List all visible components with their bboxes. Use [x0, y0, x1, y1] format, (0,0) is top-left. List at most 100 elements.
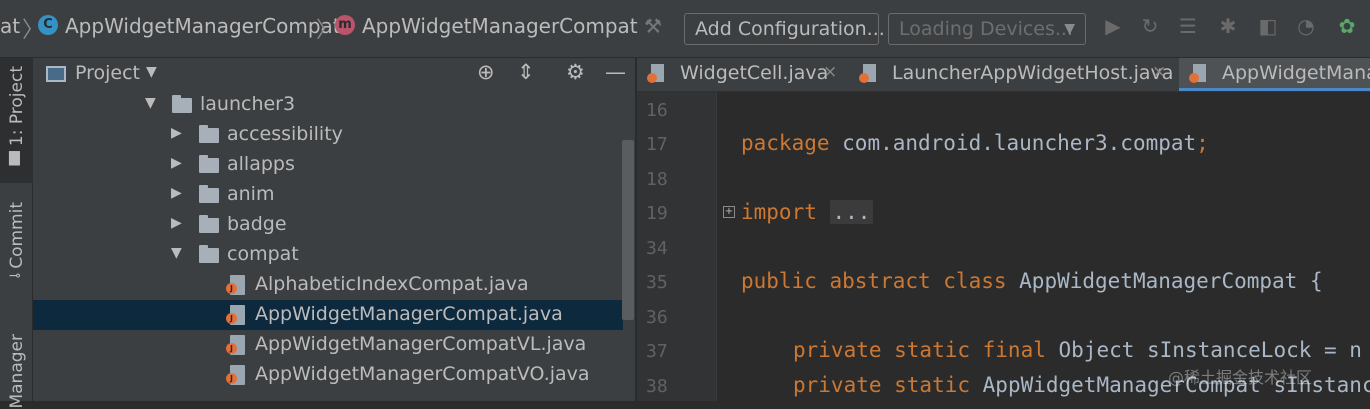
collapse-arrow-icon[interactable]: ▶	[171, 215, 182, 231]
folder-icon	[199, 215, 219, 233]
expand-arrow-icon[interactable]: ▼	[171, 245, 182, 261]
tree-node[interactable]: ▶ badge	[33, 210, 623, 240]
tab-manager-label: Manager	[7, 334, 27, 409]
project-panel-title[interactable]: Project	[75, 62, 140, 84]
tree-file[interactable]: AppWidgetManagerCompatVL.java	[33, 330, 623, 360]
line-number: 17	[646, 134, 668, 155]
tree-node[interactable]: ▼ compat	[33, 240, 623, 270]
line-number: 19	[646, 203, 668, 224]
code-keyword: private static	[793, 373, 971, 397]
close-icon[interactable]: ×	[1152, 62, 1166, 82]
build-hammer-icon[interactable]: ⚒	[644, 14, 662, 38]
code-keyword: import	[741, 200, 817, 224]
breadcrumb-fragment[interactable]: at	[0, 14, 20, 38]
java-file-icon	[859, 64, 876, 83]
tree-node[interactable]: ▼ launcher3	[33, 90, 623, 120]
tab-label: AppWidgetManagerCompat.java	[1222, 62, 1370, 84]
editor-tab-bar: WidgetCell.java × LauncherAppWidgetHost.…	[637, 58, 1370, 92]
expand-arrow-icon[interactable]: ▼	[145, 95, 156, 111]
tree-node[interactable]: ▶ allapps	[33, 150, 623, 180]
fold-expand-icon[interactable]: +	[723, 206, 735, 218]
device-selector[interactable]: Loading Devices... ▼	[888, 13, 1086, 45]
java-file-icon	[1189, 64, 1206, 83]
java-file-icon	[226, 365, 245, 385]
folder-icon	[199, 125, 219, 143]
locate-icon[interactable]: ⊕	[477, 60, 495, 84]
watermark: @稀土掘金技术社区	[1168, 368, 1313, 387]
method-icon: m	[335, 15, 355, 35]
line-number: 16	[646, 100, 668, 121]
attach-debugger-icon[interactable]: ◧	[1255, 14, 1281, 38]
code-line-field-lock[interactable]: private static final Object sInstanceLoc…	[793, 338, 1362, 362]
folder-icon	[199, 155, 219, 173]
collapse-arrow-icon[interactable]: ▶	[171, 155, 182, 171]
code-line-package[interactable]: package com.android.launcher3.compat;	[741, 131, 1209, 155]
folder-icon	[199, 245, 219, 263]
folder-icon	[172, 95, 192, 113]
tree-file[interactable]: AppWidgetManagerCompatVO.java	[33, 360, 623, 390]
add-configuration-button[interactable]: Add Configuration...	[684, 13, 885, 45]
close-icon[interactable]: ×	[823, 62, 837, 82]
tab-widgetcell[interactable]: WidgetCell.java ×	[637, 58, 849, 91]
breadcrumb-class[interactable]: AppWidgetManagerCompat	[65, 14, 341, 38]
code-keyword: package	[741, 131, 830, 155]
line-number: 37	[646, 341, 668, 362]
tab-label: LauncherAppWidgetHost.java	[892, 62, 1174, 84]
project-panel: Project ▼ ⊕ ⇕ ⚙ — ▼ launcher3 ▶ accessib…	[33, 58, 636, 401]
tab-project-label: 1: Project	[7, 66, 27, 147]
java-file-icon	[226, 275, 245, 295]
coverage-icon[interactable]: ☰	[1175, 14, 1201, 38]
code-text: com.android.launcher3.compat	[829, 131, 1197, 155]
tab-commit[interactable]: Commit ⊸	[0, 198, 33, 288]
tool-window-stripe: 1: Project ▇ Commit ⊸ Manager	[0, 58, 33, 409]
code-keyword: public abstract class	[741, 269, 1007, 293]
code-keyword: private static final	[793, 338, 1046, 362]
project-scrollbar[interactable]	[622, 140, 634, 320]
tab-launcherappwidgethost[interactable]: LauncherAppWidgetHost.java ×	[849, 58, 1179, 91]
tree-file[interactable]: AlphabeticIndexCompat.java	[33, 270, 623, 300]
tree-file-label: AppWidgetManagerCompat.java	[255, 303, 563, 325]
run-icon[interactable]: ▶	[1100, 14, 1126, 38]
profiler-icon[interactable]: ◔	[1293, 14, 1319, 38]
tree-node[interactable]: ▶ anim	[33, 180, 623, 210]
tree-node[interactable]: ▶ accessibility	[33, 120, 623, 150]
tab-manager[interactable]: Manager	[0, 330, 33, 409]
line-number: 35	[646, 272, 668, 293]
line-number: 18	[646, 169, 668, 190]
debug-icon[interactable]: ✱	[1215, 14, 1241, 38]
java-file-icon	[226, 335, 245, 355]
code-line-import[interactable]: import ...	[741, 200, 874, 224]
tree-file-label: AlphabeticIndexCompat.java	[255, 273, 529, 295]
navigation-bar: at 〉 C AppWidgetManagerCompat 〉 m AppWid…	[0, 0, 1370, 58]
java-file-icon	[647, 64, 664, 83]
tree-file-label: AppWidgetManagerCompatVL.java	[255, 333, 587, 355]
commit-icon: ⊸	[9, 268, 21, 284]
code-line-class[interactable]: public abstract class AppWidgetManagerCo…	[741, 269, 1323, 293]
tab-appwidgetmanagercompat[interactable]: AppWidgetManagerCompat.java	[1179, 58, 1370, 91]
apply-changes-icon[interactable]: ↻	[1137, 14, 1163, 38]
class-icon: C	[38, 15, 58, 35]
folded-imports[interactable]: ...	[829, 200, 874, 224]
code-text: Object sInstanceLock = n	[1045, 338, 1362, 362]
tree-file-selected[interactable]: AppWidgetManagerCompat.java	[33, 300, 623, 330]
breadcrumb-method[interactable]: AppWidgetManagerCompat	[362, 14, 638, 38]
collapse-all-icon[interactable]: ⇕	[517, 60, 535, 84]
tree-node-label: badge	[227, 213, 287, 235]
device-selector-label: Loading Devices...	[899, 18, 1073, 40]
tree-file-label: AppWidgetManagerCompatVO.java	[255, 363, 590, 385]
tab-label: WidgetCell.java	[680, 62, 829, 84]
tab-project[interactable]: 1: Project ▇	[0, 58, 33, 183]
gear-icon[interactable]: ⚙	[566, 60, 585, 84]
android-sync-icon[interactable]: ✿	[1334, 14, 1360, 38]
line-number: 36	[646, 307, 668, 328]
collapse-arrow-icon[interactable]: ▶	[171, 185, 182, 201]
hide-icon[interactable]: —	[605, 60, 626, 84]
code-text: AppWidgetManagerCompat {	[1006, 269, 1323, 293]
folder-icon: ▇	[9, 150, 20, 166]
chevron-down-icon[interactable]: ▼	[146, 64, 157, 80]
tree-node-label: accessibility	[227, 123, 343, 145]
java-file-icon	[226, 305, 245, 325]
folder-icon	[199, 185, 219, 203]
code-semicolon: ;	[1196, 131, 1209, 155]
collapse-arrow-icon[interactable]: ▶	[171, 125, 182, 141]
